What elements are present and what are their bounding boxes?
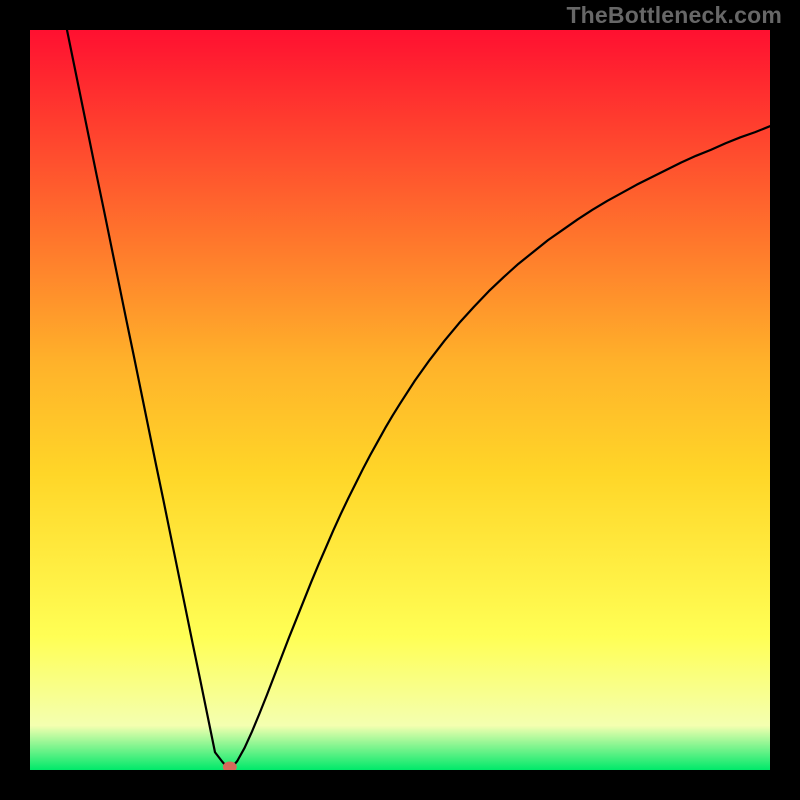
bottleneck-chart <box>30 30 770 770</box>
chart-background <box>30 30 770 770</box>
chart-frame: TheBottleneck.com <box>0 0 800 800</box>
watermark-text: TheBottleneck.com <box>566 2 782 29</box>
